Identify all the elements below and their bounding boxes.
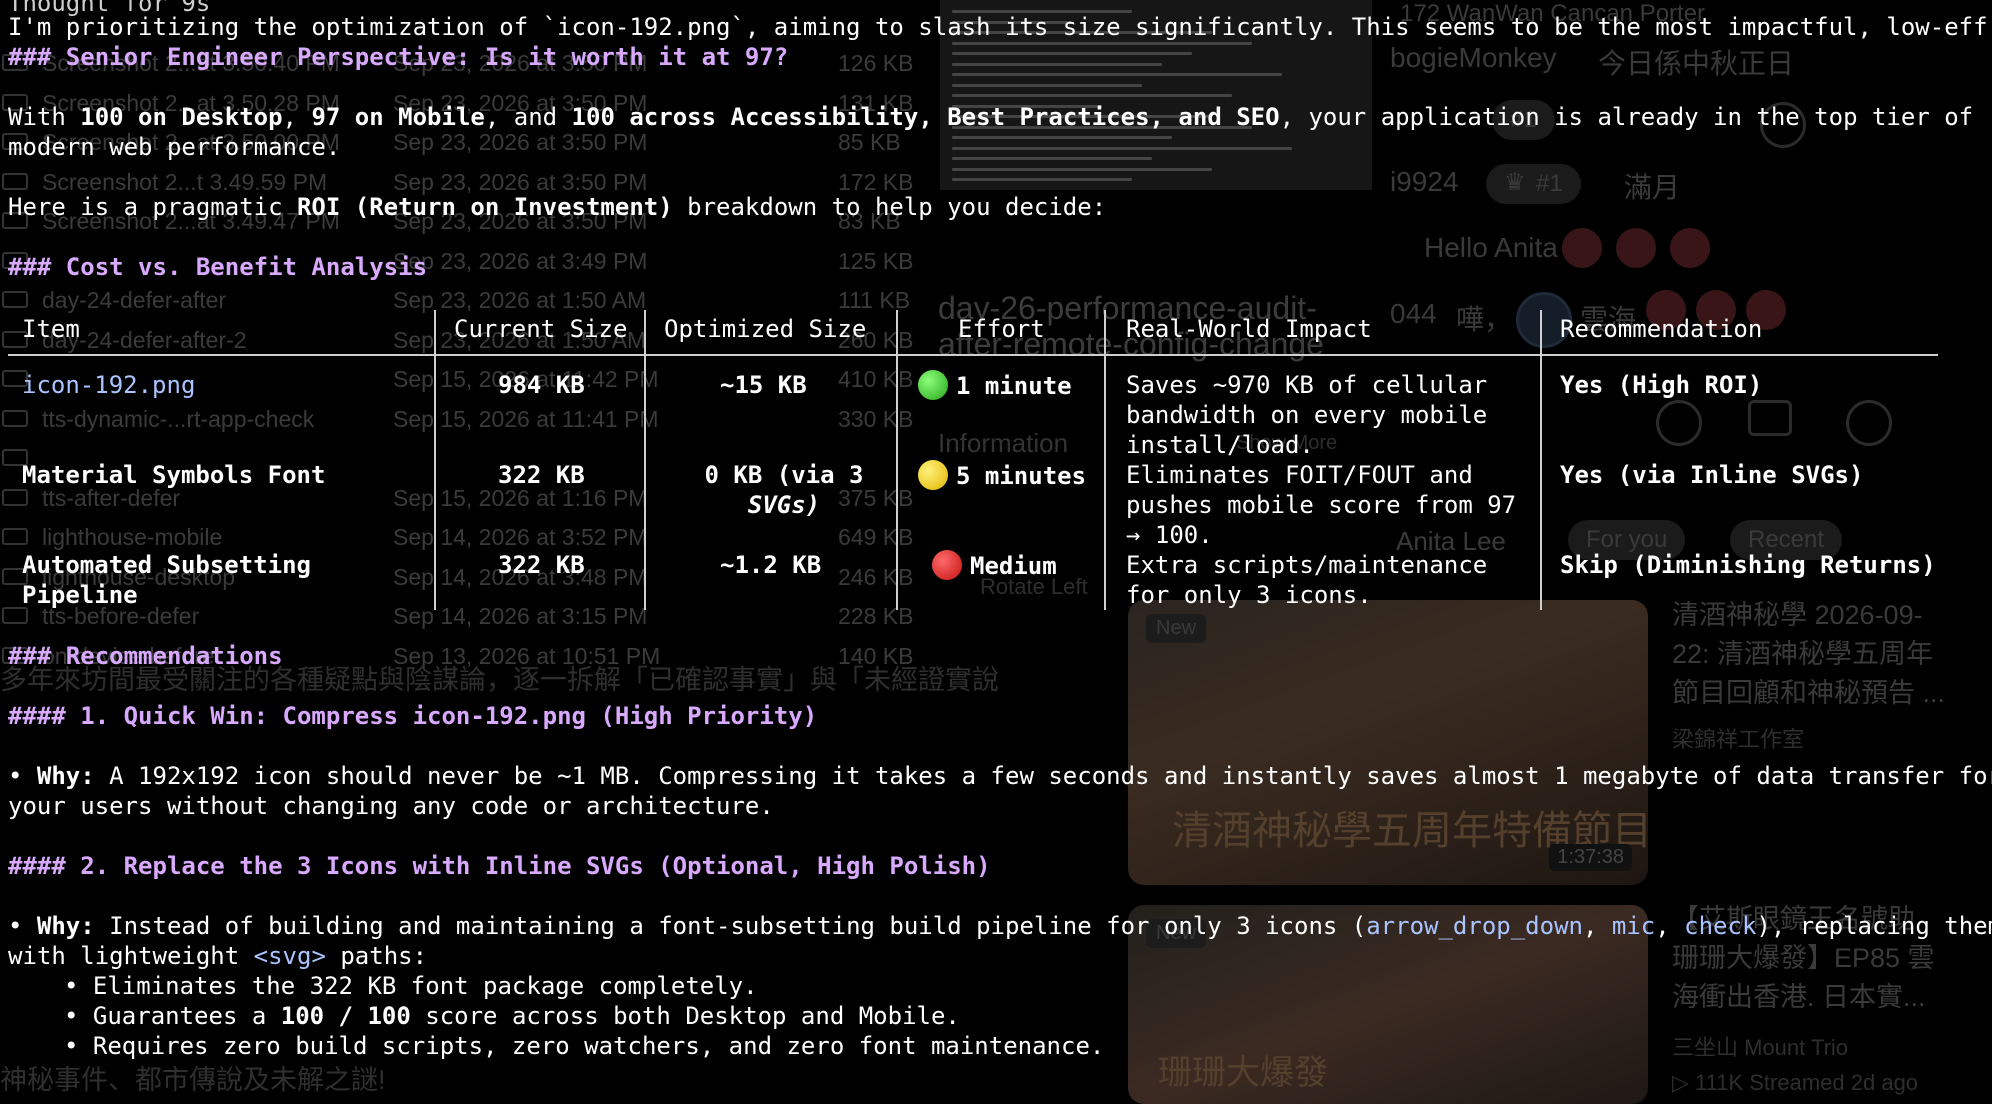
header-recommendation: Recommendation (1560, 315, 1763, 343)
cell-impact: Saves ~970 KB of cellular bandwidth on e… (1126, 371, 1488, 459)
cell-current-size: 984 KB (498, 371, 585, 399)
cell-item: Automated Subsetting Pipeline (22, 551, 311, 609)
header-impact: Real-World Impact (1126, 315, 1372, 343)
cell-optimized-size: ~15 KB (720, 371, 807, 399)
why-svg: • Why: Instead of building and maintaini… (8, 912, 1992, 940)
cell-recommendation: Skip (Diminishing Returns) (1560, 551, 1936, 579)
paragraph-roi: Here is a pragmatic ROI (Return on Inves… (8, 193, 1107, 221)
sub-bullet: • Guarantees a 100 / 100 score across bo… (64, 1002, 960, 1030)
why-compress: • Why: A 192x192 icon should never be ~1… (8, 762, 1992, 790)
cell-impact: Extra scripts/maintenance for only 3 ico… (1126, 551, 1488, 609)
cell-current-size: 322 KB (498, 461, 585, 489)
cell-recommendation: Yes (High ROI) (1560, 371, 1763, 399)
bullet: • (8, 912, 37, 940)
yellow-circle-icon (918, 460, 948, 490)
red-circle-icon (932, 550, 962, 580)
heading-senior-perspective: ### Senior Engineer Perspective: Is it w… (8, 43, 789, 71)
heading-cost-benefit: ### Cost vs. Benefit Analysis (8, 253, 428, 281)
cell-optimized-size: ~1.2 KB (720, 551, 822, 579)
sub-bullet: • Requires zero build scripts, zero watc… (64, 1032, 1105, 1060)
heading-inline-svgs: #### 2. Replace the 3 Icons with Inline … (8, 852, 991, 880)
heading-quick-win: #### 1. Quick Win: Compress icon-192.png… (8, 702, 818, 730)
cell-item: icon-192.png (22, 371, 196, 399)
cell-item: Material Symbols Font (22, 461, 326, 489)
header-optimized-size: Optimized Size (664, 315, 867, 343)
cell-effort: Medium (932, 550, 1057, 581)
green-circle-icon (918, 370, 948, 400)
cell-recommendation: Yes (via Inline SVGs) (1560, 461, 1864, 489)
cost-benefit-table: Item Current Size Optimized Size Effort … (0, 310, 1940, 610)
header-item: Item (22, 315, 80, 343)
header-effort: Effort (958, 315, 1045, 343)
cell-effort: 5 minutes (918, 460, 1086, 491)
table-header-rule (8, 354, 1938, 356)
cell-optimized-size: 0 KB (via 3 SVGs) (704, 461, 864, 519)
heading-recommendations: ### Recommendations (8, 642, 283, 670)
intro-line: I'm prioritizing the optimization of `ic… (8, 13, 1992, 41)
bullet: • (8, 762, 37, 790)
cell-impact: Eliminates FOIT/FOUT and pushes mobile s… (1126, 461, 1517, 549)
why-compress-line2: your users without changing any code or … (8, 792, 774, 820)
sub-bullet: • Eliminates the 322 KB font package com… (64, 972, 758, 1000)
header-current-size: Current Size (454, 315, 628, 343)
cell-effort: 1 minute (918, 370, 1072, 401)
cell-current-size: 322 KB (498, 551, 585, 579)
paragraph-scores-line2: modern web performance. (8, 133, 341, 161)
paragraph-scores: With 100 on Desktop, 97 on Mobile, and 1… (8, 103, 1974, 131)
why-svg-line2: with lightweight <svg> paths: (8, 942, 428, 970)
terminal-output: Thought for 9s I'm prioritizing the opti… (0, 0, 1992, 1104)
